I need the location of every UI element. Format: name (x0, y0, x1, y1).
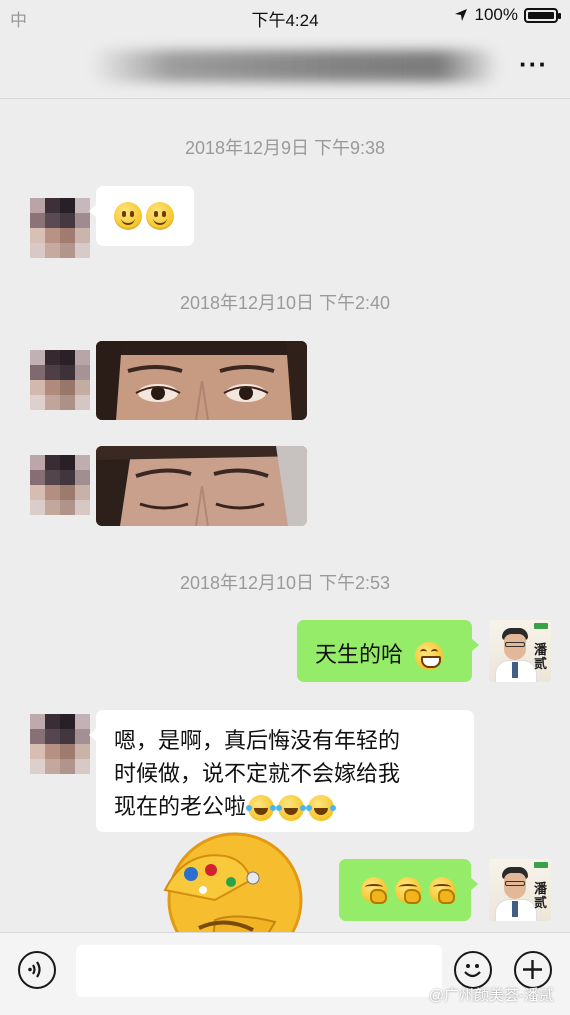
chat-header: ··· (0, 34, 570, 99)
tears-of-joy-emoji-icon (246, 795, 277, 822)
battery-percent: 100% (474, 5, 518, 24)
hand-over-mouth-emoji-icon (361, 877, 387, 904)
chat-title-redacted (90, 50, 500, 82)
contact-avatar[interactable] (30, 350, 90, 410)
eyes-closed-image (96, 446, 307, 526)
avatar-calligraphy: 潘贰 (534, 643, 548, 672)
avatar-tie (512, 901, 518, 917)
status-right: 100% (453, 5, 561, 25)
contact-avatar[interactable] (30, 714, 90, 774)
grin-emoji-icon (415, 642, 444, 671)
reply-line-2: 时候做，说不定就不会嫁给我 (114, 761, 401, 786)
contact-avatar[interactable] (30, 198, 90, 258)
avatar-glasses (505, 642, 525, 647)
eyes-open-image (96, 341, 307, 420)
more-icon[interactable]: ··· (519, 51, 548, 77)
voice-icon[interactable] (18, 951, 56, 989)
plus-glyph (523, 960, 542, 979)
reply-line-1: 嗯，是啊，真后悔没有年轻的 (114, 728, 401, 753)
voice-glyph (28, 961, 41, 978)
avatar-badge (534, 862, 548, 868)
timestamp: 2018年12月10日 下午2:53 (179, 573, 391, 593)
hand-over-mouth-emoji-icon (429, 877, 455, 904)
message-input[interactable] (76, 945, 442, 997)
message-input-bar: @广州颜美荟-潘贰 (0, 932, 570, 1015)
avatar-tie (512, 662, 518, 678)
location-icon (454, 9, 467, 21)
reply-line-3: 现在的老公啦 (114, 794, 247, 819)
contact-avatar[interactable] (30, 455, 90, 515)
message-bubble-reply[interactable]: 嗯，是啊，真后悔没有年轻的 时候做，说不定就不会嫁给我 现在的老公啦 (89, 710, 474, 832)
my-avatar[interactable]: 潘贰 (489, 620, 551, 682)
my-message-text: 天生的哈 (315, 642, 404, 667)
avatar-glasses (505, 881, 525, 886)
watermark-text: @广州颜美荟-潘贰 (428, 987, 554, 1004)
my-message-bubble-emoji[interactable] (339, 859, 478, 921)
avatar-face (504, 634, 526, 660)
my-avatar[interactable]: 潘贰 (489, 859, 551, 921)
status-bar: 中 下午4:24 100% (0, 0, 570, 34)
eyes-open-photo[interactable] (96, 341, 307, 420)
avatar-badge (534, 623, 548, 629)
emoji-glyph (464, 964, 481, 978)
battery-icon (524, 7, 561, 23)
smile-emoji-icon (114, 202, 142, 230)
avatar-calligraphy: 潘贰 (534, 882, 548, 911)
eyes-closed-photo[interactable] (96, 446, 307, 526)
timestamp: 2018年12月9日 下午9:38 (184, 138, 386, 158)
message-bubble-emoji[interactable] (89, 186, 194, 246)
timestamp: 2018年12月10日 下午2:40 (179, 293, 391, 313)
avatar-face (504, 873, 526, 899)
reply-line-3-row: 现在的老公啦 (114, 790, 460, 823)
tears-of-joy-emoji-icon (306, 795, 337, 822)
hand-over-mouth-emoji-icon (395, 877, 421, 904)
my-message-bubble[interactable]: 天生的哈 (297, 620, 479, 682)
tears-of-joy-emoji-icon (276, 795, 307, 822)
smile-emoji-icon (146, 202, 174, 230)
